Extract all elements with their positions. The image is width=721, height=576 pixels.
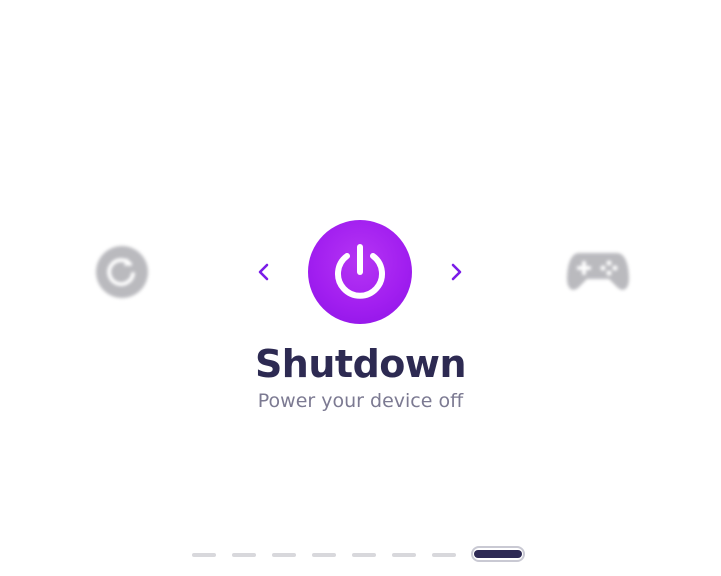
page-dot-8-active[interactable]	[471, 546, 525, 562]
pagination	[0, 544, 721, 568]
page-dot-1[interactable]	[192, 553, 216, 557]
previous-arrow-button[interactable]	[250, 258, 278, 286]
carousel-screen: Shutdown Power your device off	[0, 0, 721, 576]
shutdown-button[interactable]	[308, 220, 412, 324]
item-subtitle: Power your device off	[257, 390, 464, 412]
next-arrow-button[interactable]	[442, 258, 470, 286]
chevron-left-icon	[258, 263, 269, 281]
page-dot-7[interactable]	[432, 553, 456, 557]
page-dot-6[interactable]	[392, 553, 416, 557]
item-title: Shutdown	[254, 342, 467, 386]
gamepad-icon[interactable]	[565, 245, 631, 297]
power-icon	[335, 244, 385, 299]
active-indicator	[474, 550, 522, 558]
restart-icon[interactable]	[94, 244, 150, 300]
page-dot-5[interactable]	[352, 553, 376, 557]
page-dot-3[interactable]	[272, 553, 296, 557]
chevron-right-icon	[451, 263, 462, 281]
page-dot-4[interactable]	[312, 553, 336, 557]
page-dot-2[interactable]	[232, 553, 256, 557]
